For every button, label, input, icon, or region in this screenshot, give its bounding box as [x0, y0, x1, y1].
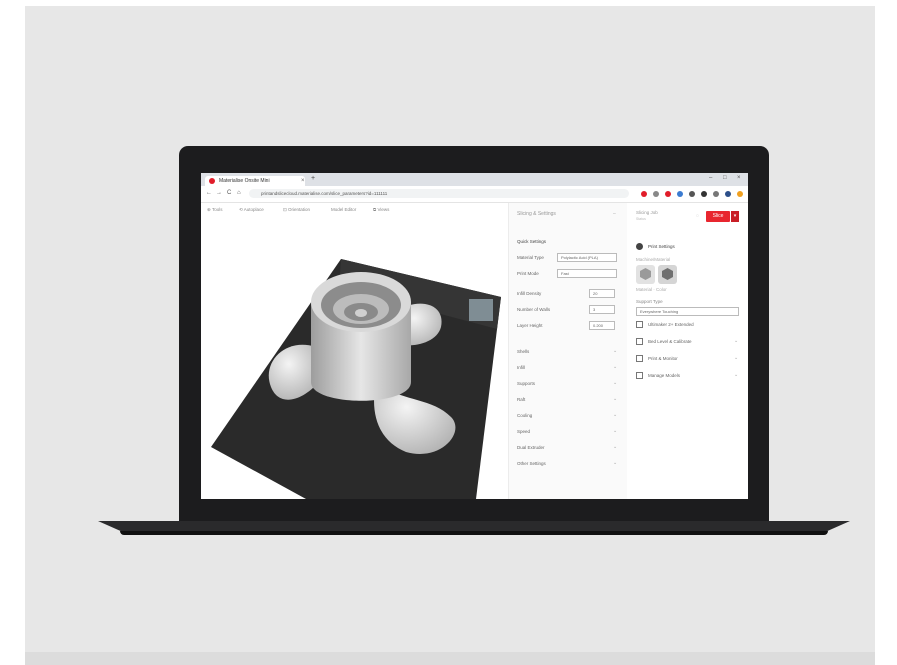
extension-icon[interactable] [725, 191, 731, 197]
infill-density-input[interactable]: 20 [589, 289, 615, 298]
orientation-button[interactable]: ⊡ Orientation [283, 207, 310, 213]
extension-icon[interactable] [653, 191, 659, 197]
reload-icon[interactable]: C [227, 190, 231, 196]
setting-label: Infill Density [517, 291, 542, 296]
extension-icon[interactable] [641, 191, 647, 197]
job-title: Slicing Job [636, 210, 658, 215]
extension-icon[interactable] [677, 191, 683, 197]
browser-tabbar: Materialise Onsite Mini × + – □ × [201, 173, 748, 186]
view-cube-icon [469, 299, 493, 321]
material-swatch[interactable] [636, 265, 655, 284]
print-mode-select[interactable]: Fast [557, 269, 617, 278]
setting-label: Layer Height [517, 323, 543, 328]
section-dual-extruder[interactable]: Dual Extruder [517, 445, 545, 450]
bed-level-item[interactable]: Bed Level & Calibrate [648, 339, 692, 344]
support-type-select[interactable]: Everywhere Touching [636, 307, 739, 316]
browser-address-bar: ← → C ⌂ printandslicecloud.materialise.c… [201, 186, 748, 203]
wall-count-input[interactable]: 3 [589, 305, 615, 314]
panel-title: Slicing & Settings [517, 211, 556, 217]
collapse-icon[interactable]: – [613, 211, 616, 217]
app-toolbar: ⊕ Tools ⟲ Autoplace ⊡ Orientation Model … [201, 203, 506, 217]
job-sidebar: Slicing Job Status ◌ Slice ▾ Print Setti… [628, 203, 748, 499]
back-icon[interactable]: ← [206, 190, 212, 196]
tab-title: Materialise Onsite Mini [219, 178, 270, 184]
chevron-down-icon[interactable]: ⌄ [613, 428, 617, 434]
machine-sublabel: Machine/Material [636, 257, 671, 262]
color-swatch[interactable] [658, 265, 677, 284]
monitor-icon [636, 355, 643, 362]
browser-tab[interactable]: Materialise Onsite Mini × [205, 176, 305, 186]
autoplace-button[interactable]: ⟲ Autoplace [239, 207, 264, 213]
section-supports[interactable]: Supports [517, 381, 535, 386]
chevron-down-icon[interactable]: ⌄ [613, 348, 617, 354]
manage-models-item[interactable]: Manage Models [648, 373, 680, 378]
machine-label: Print Settings [648, 244, 675, 249]
section-shells[interactable]: Shells [517, 349, 529, 354]
job-status: Status [636, 217, 646, 221]
section-speed[interactable]: Speed [517, 429, 530, 434]
url-field[interactable]: printandslicecloud.materialise.com/slice… [249, 189, 629, 198]
slice-button[interactable]: Slice [706, 211, 730, 222]
setting-label: Number of Walls [517, 307, 551, 312]
tab-close-icon[interactable]: × [301, 176, 305, 186]
propeller-model-render [211, 259, 501, 499]
section-infill[interactable]: Infill [517, 365, 525, 370]
views-button[interactable]: ⧉ Views [373, 207, 389, 212]
chevron-down-icon[interactable]: ⌄ [613, 364, 617, 370]
print-monitor-item[interactable]: Print & Monitor [648, 356, 678, 361]
cube-icon [640, 268, 651, 280]
laptop-deck [98, 521, 850, 531]
minimize-button[interactable]: – [709, 175, 712, 181]
section-header: Quick Settings [517, 239, 547, 244]
section-cooling[interactable]: Cooling [517, 413, 532, 418]
chevron-down-icon[interactable]: ⌄ [734, 338, 738, 344]
laptop-bezel [179, 499, 769, 521]
new-tab-button[interactable]: + [311, 175, 315, 182]
setting-label: Material Type [517, 255, 544, 260]
printer-label: Ultimaker 2+ Extended [648, 322, 694, 327]
models-icon [636, 372, 643, 379]
3d-viewport[interactable] [201, 217, 506, 499]
close-window-button[interactable]: × [737, 175, 741, 181]
chevron-down-icon[interactable]: ⌄ [734, 372, 738, 378]
extension-icon[interactable] [665, 191, 671, 197]
settings-icon [636, 243, 643, 250]
favicon-icon [209, 178, 215, 184]
checkbox[interactable] [636, 321, 643, 328]
chevron-down-icon[interactable]: ⌄ [613, 396, 617, 402]
slice-settings-panel: Slicing & Settings – Quick Settings Mate… [508, 203, 627, 499]
section-raft[interactable]: Raft [517, 397, 525, 402]
slice-dropdown-icon[interactable]: ▾ [731, 211, 739, 222]
backdrop-floor [25, 652, 875, 665]
material-type-select[interactable]: Polylactic Acid (PLA) [557, 253, 617, 262]
layer-height-input[interactable]: 0.200 [589, 321, 615, 330]
chevron-down-icon[interactable]: ⌄ [613, 412, 617, 418]
chevron-down-icon[interactable]: ⌄ [613, 380, 617, 386]
cube-icon [662, 268, 673, 280]
calibrate-icon [636, 338, 643, 345]
profile-avatar[interactable] [737, 191, 743, 197]
laptop-screen: Materialise Onsite Mini × + – □ × ← → C … [201, 173, 748, 499]
info-icon[interactable]: ◌ [696, 213, 699, 219]
chevron-down-icon[interactable]: ⌄ [734, 355, 738, 361]
laptop-deck-edge [120, 531, 828, 535]
forward-icon[interactable]: → [216, 190, 222, 196]
extension-icon[interactable] [713, 191, 719, 197]
tools-button[interactable]: ⊕ Tools [207, 207, 222, 213]
maximize-button[interactable]: □ [723, 175, 727, 181]
home-icon[interactable]: ⌂ [237, 190, 241, 196]
setting-label: Print Mode [517, 271, 539, 276]
chevron-down-icon[interactable]: ⌄ [613, 444, 617, 450]
material-color-label: Material · Color [636, 287, 667, 292]
extension-icon[interactable] [689, 191, 695, 197]
extension-icon[interactable] [701, 191, 707, 197]
section-other[interactable]: Other Settings [517, 461, 546, 466]
model-editor-button[interactable]: Model Editor [331, 207, 356, 212]
support-type-label: Support Type [636, 299, 663, 304]
chevron-down-icon[interactable]: ⌄ [613, 460, 617, 466]
